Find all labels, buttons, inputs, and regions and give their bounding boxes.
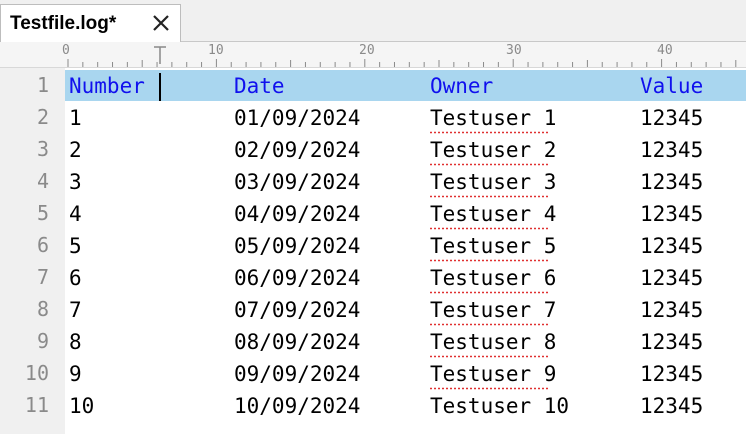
cell-owner: Testuser 7 [430,298,557,322]
cell-date: 04/09/2024 [234,202,361,226]
cell-date: 10/09/2024 [234,394,361,418]
cell-owner: Testuser 1 [430,106,557,130]
header-value: Value [640,74,704,98]
header-owner: Owner [430,74,494,98]
file-tab[interactable]: Testfile.log* [0,4,181,42]
data-line[interactable]: 1 01/09/2024 Testuser 1 12345 [65,102,746,134]
cell-date: 07/09/2024 [234,298,361,322]
cell-number: 7 [69,298,82,322]
cell-value: 12345 [640,362,704,386]
line-number: 9 [36,329,49,353]
line-number: 5 [36,201,49,225]
line-number-gutter: 1 2 3 4 5 6 7 8 9 10 11 [0,68,65,434]
line-number: 1 [36,73,49,97]
line-number: 2 [36,105,49,129]
data-line[interactable]: 8 08/09/2024 Testuser 8 12345 [65,326,746,358]
header-line[interactable]: Number Date Owner Value [65,70,746,102]
ruler-label: 30 [505,43,523,58]
cell-value: 12345 [640,330,704,354]
header-number: Number [69,74,145,98]
cell-date: 09/09/2024 [234,362,361,386]
data-line[interactable]: 7 07/09/2024 Testuser 7 12345 [65,294,746,326]
cell-value: 12345 [640,106,704,130]
ruler-label: 40 [656,43,674,58]
cell-value: 12345 [640,234,704,258]
cell-date: 08/09/2024 [234,330,361,354]
header-date: Date [234,74,285,98]
column-ruler: 0 10 20 30 40 [0,42,746,68]
cell-number: 5 [69,234,82,258]
data-line[interactable]: 4 04/09/2024 Testuser 4 12345 [65,198,746,230]
line-number: 10 [24,361,49,385]
line-number: 8 [36,297,49,321]
cell-owner: Testuser 4 [430,202,557,226]
cell-date: 06/09/2024 [234,266,361,290]
tab-title[interactable]: Testfile.log* [10,13,116,35]
ruler-caret-marker [154,46,166,64]
cell-number: 10 [69,394,95,418]
data-line[interactable]: 5 05/09/2024 Testuser 5 12345 [65,230,746,262]
cell-owner: Testuser 9 [430,362,557,386]
cell-number: 6 [69,266,82,290]
cell-owner: Testuser 2 [430,138,557,162]
cell-number: 4 [69,202,82,226]
cell-date: 05/09/2024 [234,234,361,258]
cell-owner: Testuser 10 [430,394,570,418]
cell-number: 2 [69,138,82,162]
cell-date: 02/09/2024 [234,138,361,162]
data-line[interactable]: 3 03/09/2024 Testuser 3 12345 [65,166,746,198]
cell-number: 9 [69,362,82,386]
cell-value: 12345 [640,202,704,226]
ruler-label: 20 [358,43,376,58]
data-line[interactable]: 9 09/09/2024 Testuser 9 12345 [65,358,746,390]
cell-value: 12345 [640,266,704,290]
cell-value: 12345 [640,138,704,162]
cell-owner: Testuser 5 [430,234,557,258]
data-line[interactable]: 10 10/09/2024 Testuser 10 12345 [65,390,746,422]
line-number: 4 [36,169,49,193]
cell-value: 12345 [640,394,704,418]
ruler-label: 0 [61,43,71,58]
cell-owner: Testuser 8 [430,330,557,354]
cell-number: 8 [69,330,82,354]
cell-value: 12345 [640,170,704,194]
text-cursor [159,73,161,101]
close-icon[interactable] [149,11,173,35]
tab-bar: Testfile.log* [0,0,746,42]
cell-owner: Testuser 3 [430,170,557,194]
editor-text-area[interactable]: Number Date Owner Value 1 01/09/2024 Tes… [65,68,746,434]
data-line[interactable]: 2 02/09/2024 Testuser 2 12345 [65,134,746,166]
line-number: 6 [36,233,49,257]
line-number: 11 [24,393,49,417]
cell-number: 3 [69,170,82,194]
data-line[interactable]: 6 06/09/2024 Testuser 6 12345 [65,262,746,294]
cell-owner: Testuser 6 [430,266,557,290]
line-number: 7 [36,265,49,289]
cell-number: 1 [69,106,82,130]
ruler-label: 10 [207,43,225,58]
cell-value: 12345 [640,298,704,322]
cell-date: 01/09/2024 [234,106,361,130]
cell-date: 03/09/2024 [234,170,361,194]
line-number: 3 [36,137,49,161]
